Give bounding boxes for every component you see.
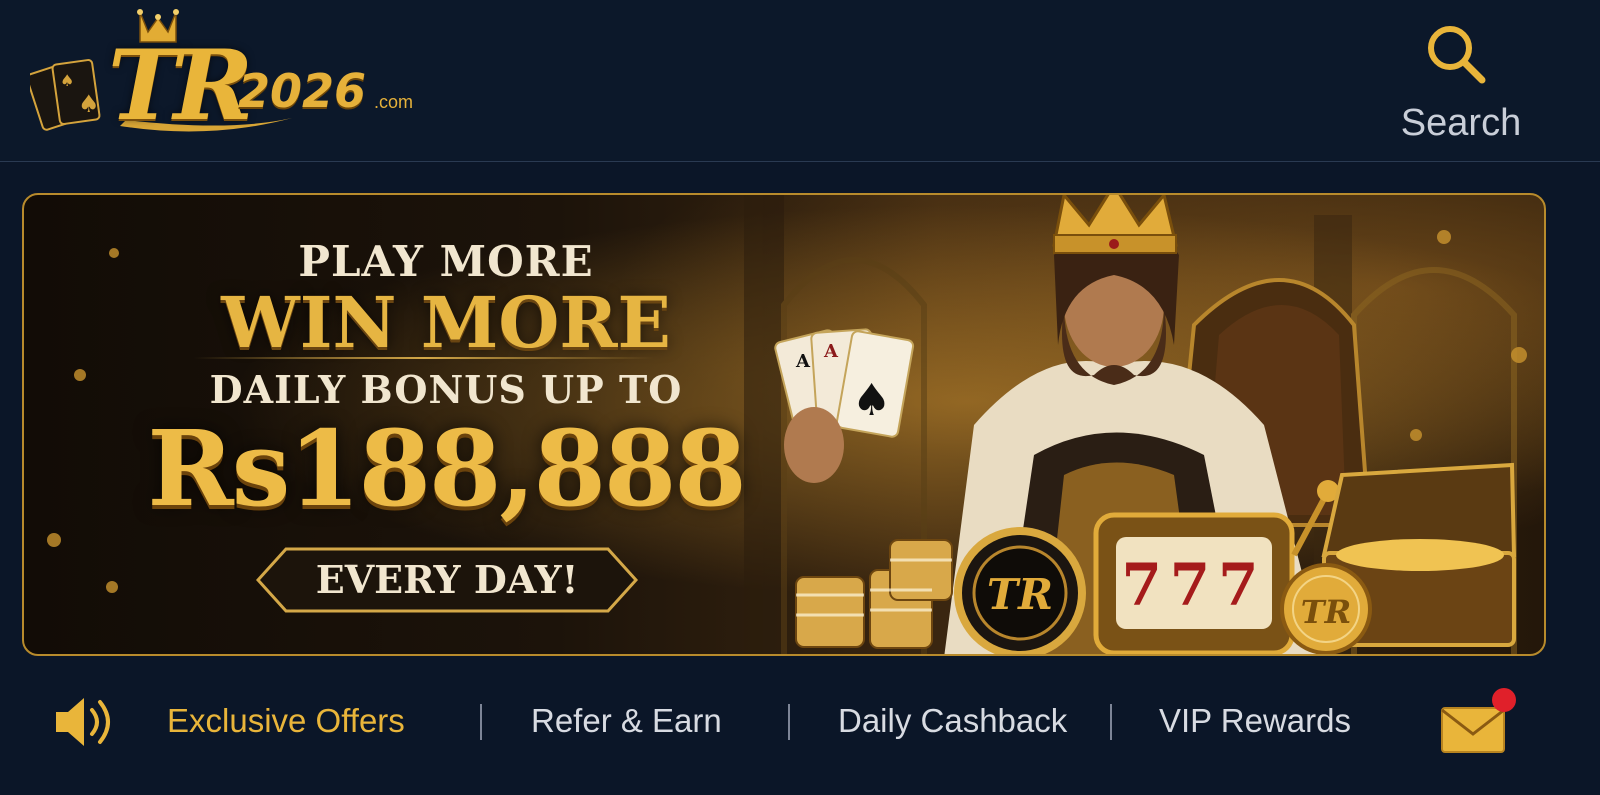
banner-line-win-more: WIN MORE <box>221 281 671 364</box>
svg-text:♠: ♠ <box>852 375 891 426</box>
every-day-badge[interactable]: EVERY DAY! <box>256 547 638 613</box>
coin-mark: TR <box>1301 593 1351 631</box>
chip-mark: TR <box>987 570 1053 619</box>
svg-text:♠: ♠ <box>78 90 100 118</box>
logo-year: 2026 <box>238 64 367 118</box>
nav-vip-rewards[interactable]: VIP Rewards <box>1159 702 1351 740</box>
site-logo[interactable]: ♠ ♠ TR 2026 .com <box>26 8 430 148</box>
search-icon <box>1428 26 1486 84</box>
banner-line-daily-bonus: DAILY BONUS UP TO <box>209 367 683 412</box>
banner-divider <box>194 357 654 359</box>
search-button[interactable]: Search <box>1396 22 1526 144</box>
promo-banner[interactable]: ♠ A A TR 777 TR PLAY MORE WIN MORE DAILY… <box>22 193 1546 656</box>
banner-bonus-amount: Rs188,888 <box>147 407 746 530</box>
nav-separator <box>788 704 790 740</box>
speaker-icon <box>56 698 110 746</box>
gold-coin-illustration: TR <box>1280 563 1372 654</box>
search-label: Search <box>1400 102 1522 144</box>
logo-domain: .com <box>374 92 414 112</box>
mail-icon[interactable] <box>1438 686 1522 758</box>
svg-text:♠: ♠ <box>60 71 74 90</box>
chip-stacks-illustration <box>795 539 953 649</box>
notification-dot <box>1492 688 1516 712</box>
nav-daily-cashback[interactable]: Daily Cashback <box>838 702 1067 740</box>
nav-separator <box>480 704 482 740</box>
nav-separator <box>1110 704 1112 740</box>
playing-cards-icon: ♠ ♠ <box>26 59 101 131</box>
nav-refer-earn[interactable]: Refer & Earn <box>531 702 722 740</box>
cards-in-hand-illustration: ♠ A A <box>774 328 915 483</box>
banner-line-play-more: PLAY MORE <box>298 237 594 286</box>
svg-text:A: A <box>823 341 839 362</box>
svg-text:A: A <box>795 351 811 372</box>
every-day-label: EVERY DAY! <box>315 557 579 602</box>
nav-exclusive-offers[interactable]: Exclusive Offers <box>167 702 405 740</box>
announcement-bar: Exclusive Offers Refer & Earn Daily Cash… <box>0 662 1600 795</box>
logo-mark: TR <box>108 29 253 142</box>
slot-digits: 777 <box>1121 551 1266 619</box>
tr-chip-illustration: TR <box>954 527 1086 654</box>
header: ♠ ♠ TR 2026 .com Search <box>0 0 1600 162</box>
